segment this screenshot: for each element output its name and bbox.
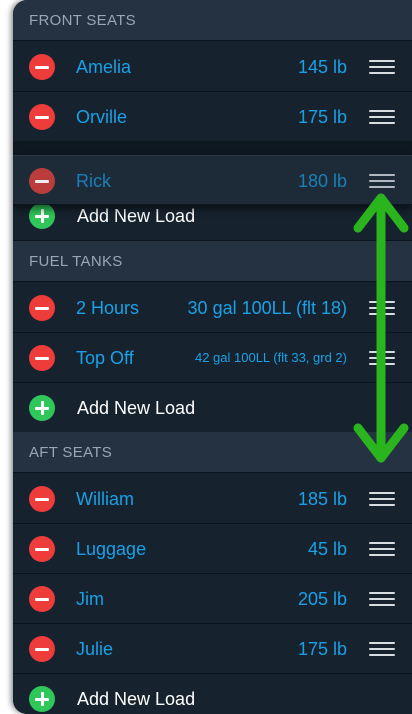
add-new-load-label[interactable]: Add New Load: [77, 674, 195, 714]
load-row[interactable]: William 185 lb: [13, 474, 412, 524]
reorder-handle-icon[interactable]: [369, 541, 395, 557]
load-weight: 45 lb: [307, 539, 347, 559]
load-weight: 205 lb: [297, 589, 347, 609]
reorder-handle-icon[interactable]: [369, 641, 395, 657]
delete-icon[interactable]: [29, 345, 55, 371]
load-name[interactable]: Rick: [76, 156, 111, 206]
double-headed-arrow-icon: [353, 193, 409, 463]
reorder-handle-icon[interactable]: [369, 59, 395, 75]
drop-gap: [13, 141, 412, 155]
load-weight: 180 lb: [297, 171, 347, 191]
delete-icon[interactable]: [29, 536, 55, 562]
load-row[interactable]: Orville 175 lb: [13, 92, 412, 142]
add-new-load-label[interactable]: Add New Load: [77, 383, 195, 433]
load-weight: 175 lb: [297, 107, 347, 127]
load-name[interactable]: 2 Hours: [76, 283, 139, 333]
load-row[interactable]: Amelia 145 lb: [13, 42, 412, 92]
load-name[interactable]: Orville: [76, 92, 127, 142]
load-row[interactable]: Julie 175 lb: [13, 624, 412, 674]
delete-icon[interactable]: [29, 295, 55, 321]
load-weight: 185 lb: [297, 489, 347, 509]
load-name[interactable]: Top Off: [76, 333, 134, 383]
load-name[interactable]: Luggage: [76, 524, 146, 574]
load-row[interactable]: Luggage 45 lb: [13, 524, 412, 574]
load-weight: 175 lb: [297, 639, 347, 659]
section-header-front-seats: FRONT SEATS: [13, 0, 412, 41]
load-name[interactable]: William: [76, 474, 134, 524]
delete-icon[interactable]: [29, 586, 55, 612]
reorder-handle-icon[interactable]: [369, 491, 395, 507]
delete-icon[interactable]: [29, 168, 55, 194]
plus-circle-icon[interactable]: [29, 203, 55, 229]
delete-icon[interactable]: [29, 636, 55, 662]
reorder-handle-icon[interactable]: [369, 109, 395, 125]
load-weight: 145 lb: [297, 57, 347, 77]
plus-circle-icon[interactable]: [29, 686, 55, 712]
load-name[interactable]: Jim: [76, 574, 104, 624]
reorder-handle-icon[interactable]: [369, 591, 395, 607]
add-new-load-row[interactable]: Add New Load: [13, 674, 412, 714]
load-weight: 30 gal 100LL (flt 18): [187, 298, 347, 318]
load-row[interactable]: Jim 205 lb: [13, 574, 412, 624]
delete-icon[interactable]: [29, 104, 55, 130]
load-weight: 42 gal 100LL (flt 33, grd 2): [194, 350, 347, 365]
delete-icon[interactable]: [29, 486, 55, 512]
screenshot-stage: FRONT SEATS Amelia 145 lb Orville 175 lb…: [0, 0, 412, 714]
plus-circle-icon[interactable]: [29, 395, 55, 421]
load-name[interactable]: Amelia: [76, 42, 131, 92]
load-name[interactable]: Julie: [76, 624, 113, 674]
delete-icon[interactable]: [29, 54, 55, 80]
